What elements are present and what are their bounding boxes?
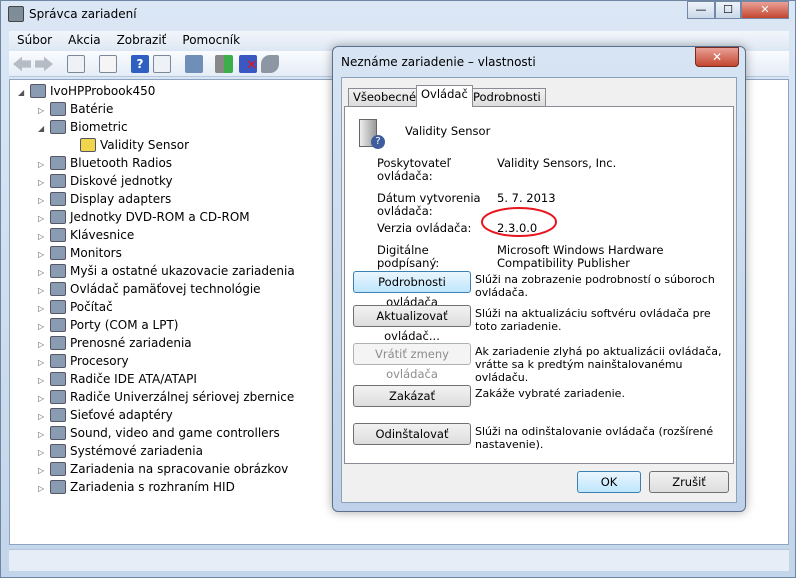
properties-icon[interactable] bbox=[99, 55, 117, 73]
uninstall-icon[interactable]: ✕ bbox=[239, 55, 257, 73]
device-category-icon bbox=[50, 192, 66, 206]
device-category-icon bbox=[80, 138, 96, 152]
computer-icon bbox=[30, 84, 46, 98]
tree-item[interactable]: Validity Sensor bbox=[68, 136, 189, 154]
tree-root[interactable]: ◢ IvoHPProbook450 bbox=[18, 82, 155, 100]
menu-help[interactable]: Pomocník bbox=[174, 31, 248, 49]
prop-value: 2.3.0.0 bbox=[497, 221, 538, 235]
tree-item[interactable]: ▷ Myši a ostatné ukazovacie zariadenia bbox=[38, 262, 295, 280]
button-description: Slúži na odinštalovanie ovládača (rozšír… bbox=[475, 425, 714, 451]
device-category-icon bbox=[50, 426, 66, 440]
prop-label: Poskytovateľ ovládača: bbox=[377, 156, 451, 183]
title-bar: Správca zariadení — ☐ ✕ bbox=[1, 1, 795, 29]
tree-item[interactable]: ▷ Systémové zariadenia bbox=[38, 442, 203, 460]
device-category-icon bbox=[50, 120, 66, 134]
driver-panel: ? Validity Sensor Poskytovateľ ovládača:… bbox=[344, 106, 734, 464]
rollback-driver-button[interactable]: Vrátiť zmeny ovládača bbox=[353, 343, 471, 381]
back-icon[interactable] bbox=[13, 56, 31, 72]
device-category-icon bbox=[50, 336, 66, 350]
menu-view[interactable]: Zobraziť bbox=[109, 31, 175, 49]
button-description: Slúži na zobrazenie podrobností o súboro… bbox=[475, 273, 715, 299]
tree-item[interactable]: ▷ Bluetooth Radios bbox=[38, 154, 172, 172]
tree-item[interactable]: ▷ Diskové jednotky bbox=[38, 172, 173, 190]
device-category-icon bbox=[50, 372, 66, 386]
maximize-button[interactable]: ☐ bbox=[715, 1, 741, 19]
update-driver-icon[interactable] bbox=[215, 55, 233, 73]
disable-icon[interactable] bbox=[261, 55, 279, 73]
device-category-icon bbox=[50, 408, 66, 422]
tree-item[interactable]: ▷ Klávesnice bbox=[38, 226, 134, 244]
device-name: Validity Sensor bbox=[405, 124, 491, 138]
tree-item[interactable]: ▷ Radiče IDE ATA/ATAPI bbox=[38, 370, 197, 388]
device-category-icon bbox=[50, 246, 66, 260]
tree-item[interactable]: ▷ Jednotky DVD-ROM a CD-ROM bbox=[38, 208, 250, 226]
tree-item[interactable]: ▷ Display adapters bbox=[38, 190, 171, 208]
menu-action[interactable]: Akcia bbox=[60, 31, 108, 49]
device-manager-icon bbox=[8, 6, 24, 22]
driver-details-button[interactable]: Podrobnosti ovládača bbox=[353, 271, 471, 309]
tree-item[interactable]: ▷ Monitors bbox=[38, 244, 122, 262]
device-category-icon bbox=[50, 174, 66, 188]
update-driver-button[interactable]: Aktualizovať ovládač... bbox=[353, 305, 471, 343]
prop-label: Dátum vytvorenia ovládača: bbox=[377, 191, 481, 218]
device-category-icon bbox=[50, 228, 66, 242]
tab-driver[interactable]: Ovládač bbox=[416, 85, 473, 107]
tree-item[interactable]: ▷ Počítač bbox=[38, 298, 113, 316]
close-button[interactable]: ✕ bbox=[741, 1, 789, 19]
prop-value: Validity Sensors, Inc. bbox=[497, 156, 617, 170]
question-mark-icon: ? bbox=[371, 135, 385, 149]
prop-label: Verzia ovládača: bbox=[377, 221, 472, 235]
tree-item[interactable]: ▷ Radiče Univerzálnej sériovej zbernice bbox=[38, 388, 294, 406]
forward-icon[interactable] bbox=[35, 56, 53, 72]
disable-button[interactable]: Zakázať bbox=[353, 385, 471, 407]
scan-hardware-icon[interactable] bbox=[185, 55, 203, 73]
tree-item[interactable]: ▷ Procesory bbox=[38, 352, 129, 370]
prop-label: Digitálne podpísaný: bbox=[377, 243, 440, 270]
tab-details[interactable]: Podrobnosti bbox=[468, 88, 546, 106]
button-description: Slúži na aktualizáciu softvéru ovládača … bbox=[475, 307, 711, 333]
dialog-body: Všeobecné Ovládač Podrobnosti ? Validity… bbox=[341, 77, 737, 503]
button-description: Zakáže vybraté zariadenie. bbox=[475, 387, 625, 400]
tree-item[interactable]: ▷ Prenosné zariadenia bbox=[38, 334, 192, 352]
device-category-icon bbox=[50, 318, 66, 332]
tree-item[interactable]: ▷ Batérie bbox=[38, 100, 113, 118]
action-pane-icon[interactable] bbox=[153, 55, 171, 73]
tree-item[interactable]: ▷ Sieťové adaptéry bbox=[38, 406, 173, 424]
expander-icon[interactable]: ◢ bbox=[38, 120, 50, 138]
tree-item[interactable]: ▷ Porty (COM a LPT) bbox=[38, 316, 178, 334]
device-category-icon bbox=[50, 390, 66, 404]
tree-item[interactable]: ▷ Ovládač pamäťovej technológie bbox=[38, 280, 261, 298]
tree-item[interactable]: ◢ Biometric bbox=[38, 118, 128, 136]
tree-item[interactable]: ▷ Sound, video and game controllers bbox=[38, 424, 280, 442]
device-category-icon bbox=[50, 282, 66, 296]
ok-button[interactable]: OK bbox=[577, 471, 641, 493]
status-bar bbox=[9, 549, 789, 571]
tree-item[interactable]: ▷ Zariadenia s rozhraním HID bbox=[38, 478, 235, 496]
prop-value: 5. 7. 2013 bbox=[497, 191, 556, 205]
device-category-icon bbox=[50, 480, 66, 494]
tab-general[interactable]: Všeobecné bbox=[348, 88, 422, 106]
device-category-icon bbox=[50, 354, 66, 368]
device-category-icon bbox=[50, 462, 66, 476]
button-description: Ak zariadenie zlyhá po aktualizácii ovlá… bbox=[475, 345, 722, 384]
help-icon[interactable]: ? bbox=[131, 55, 149, 73]
dialog-close-button[interactable]: ✕ bbox=[695, 47, 739, 67]
expander-icon[interactable]: ▷ bbox=[38, 480, 50, 498]
properties-dialog: Neznáme zariadenie – vlastnosti ✕ Všeobe… bbox=[332, 46, 746, 512]
minimize-button[interactable]: — bbox=[687, 1, 715, 19]
device-category-icon bbox=[50, 300, 66, 314]
prop-value: Microsoft Windows Hardware Compatibility… bbox=[497, 243, 664, 270]
device-category-icon bbox=[50, 444, 66, 458]
device-category-icon bbox=[50, 210, 66, 224]
cancel-button[interactable]: Zrušiť bbox=[649, 471, 729, 493]
window-title: Správca zariadení bbox=[29, 7, 137, 21]
show-hide-console-tree-icon[interactable] bbox=[67, 55, 85, 73]
uninstall-button[interactable]: Odinštalovať bbox=[353, 423, 471, 445]
device-category-icon bbox=[50, 156, 66, 170]
dialog-title: Neznáme zariadenie – vlastnosti bbox=[341, 55, 536, 69]
device-category-icon bbox=[50, 264, 66, 278]
device-category-icon bbox=[50, 102, 66, 116]
tree-item[interactable]: ▷ Zariadenia na spracovanie obrázkov bbox=[38, 460, 288, 478]
menu-file[interactable]: Súbor bbox=[9, 31, 60, 49]
